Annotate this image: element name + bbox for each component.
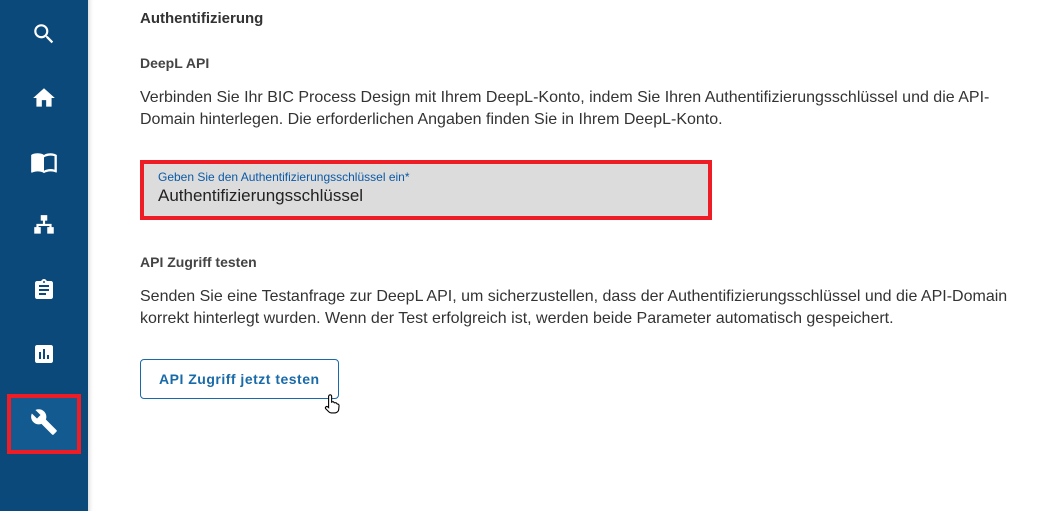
- auth-key-field-highlight: Geben Sie den Authentifizierungsschlüsse…: [140, 160, 712, 220]
- sitemap-icon: [31, 213, 57, 244]
- home-icon: [31, 85, 57, 116]
- sidebar-item-clipboard[interactable]: [7, 262, 81, 322]
- sidebar-item-home[interactable]: [7, 70, 81, 130]
- clipboard-icon: [32, 278, 56, 307]
- search-icon: [31, 21, 57, 52]
- pointer-cursor-icon: [322, 391, 344, 420]
- sub-header-deepl-api: DeepL API: [140, 55, 1012, 71]
- sidebar-item-catalog[interactable]: [7, 134, 81, 194]
- test-api-description: Senden Sie eine Testanfrage zur DeepL AP…: [140, 286, 1010, 331]
- sidebar-item-admin[interactable]: [7, 394, 81, 454]
- auth-key-label: Geben Sie den Authentifizierungsschlüsse…: [158, 170, 694, 184]
- wrench-icon: [30, 408, 58, 441]
- sub-header-test-api: API Zugriff testen: [140, 254, 1012, 270]
- section-header-auth: Authentifizierung: [140, 10, 1012, 27]
- main-content: Authentifizierung DeepL API Verbinden Si…: [110, 0, 1042, 511]
- sidebar-item-search[interactable]: [7, 6, 81, 66]
- content-divider: [88, 0, 110, 511]
- auth-key-field[interactable]: Geben Sie den Authentifizierungsschlüsse…: [144, 164, 708, 216]
- sidebar-item-sitemap[interactable]: [7, 198, 81, 258]
- app-root: Authentifizierung DeepL API Verbinden Si…: [0, 0, 1042, 511]
- chart-icon: [32, 342, 56, 371]
- sidebar-item-chart[interactable]: [7, 326, 81, 386]
- deepl-api-description: Verbinden Sie Ihr BIC Process Design mit…: [140, 87, 1010, 132]
- book-icon: [30, 148, 58, 181]
- auth-key-input[interactable]: [158, 186, 694, 206]
- test-api-button[interactable]: API Zugriff jetzt testen: [140, 359, 339, 399]
- test-api-button-label: API Zugriff jetzt testen: [159, 371, 320, 387]
- sidebar: [0, 0, 88, 511]
